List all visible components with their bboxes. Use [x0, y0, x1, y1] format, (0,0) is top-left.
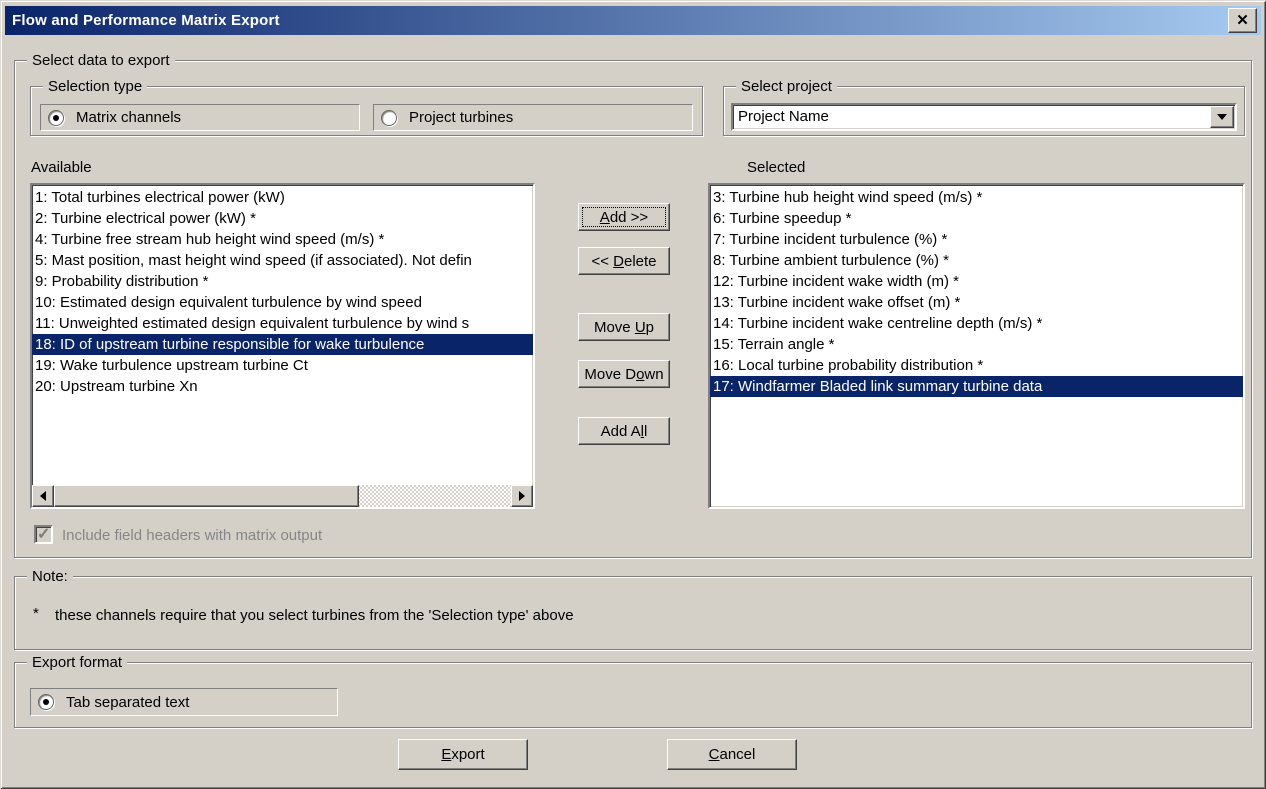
list-item[interactable]: 12: Turbine incident wake width (m) * — [710, 271, 1243, 292]
radio-project-turbines[interactable] — [381, 110, 397, 126]
radio-dot — [53, 115, 59, 121]
list-item[interactable]: 6: Turbine speedup * — [710, 208, 1243, 229]
list-item[interactable]: 7: Turbine incident turbulence (%) * — [710, 229, 1243, 250]
include-headers-checkbox-label: Include field headers with matrix output — [62, 527, 322, 544]
horizontal-scrollbar[interactable] — [32, 485, 533, 507]
group-selection-type-label: Selection type — [43, 78, 147, 95]
list-item[interactable]: 5: Mast position, mast height wind speed… — [32, 250, 533, 271]
list-item[interactable]: 2: Turbine electrical power (kW) * — [32, 208, 533, 229]
arrow-right-icon — [519, 491, 525, 501]
cancel-button[interactable]: Cancel — [667, 739, 797, 770]
list-item[interactable]: 18: ID of upstream turbine responsible f… — [32, 334, 533, 355]
list-item[interactable]: 14: Turbine incident wake centreline dep… — [710, 313, 1243, 334]
radio-tab-separated-text[interactable] — [38, 694, 54, 710]
dialog-flow-performance-matrix-export: Flow and Performance Matrix Export ✕ Sel… — [0, 0, 1266, 789]
list-item[interactable]: 19: Wake turbulence upstream turbine Ct — [32, 355, 533, 376]
option-tab-separated-text-label: Tab separated text — [66, 694, 189, 711]
export-button-label: Export — [441, 746, 484, 763]
list-item[interactable]: 8: Turbine ambient turbulence (%) * — [710, 250, 1243, 271]
list-item[interactable]: 3: Turbine hub height wind speed (m/s) * — [710, 187, 1243, 208]
list-item[interactable]: 10: Estimated design equivalent turbulen… — [32, 292, 533, 313]
add-button[interactable]: Add >> — [578, 203, 670, 231]
checkmark-icon: ✓ — [37, 524, 50, 544]
note-text: these channels require that you select t… — [55, 607, 574, 624]
list-item[interactable]: 11: Unweighted estimated design equivale… — [32, 313, 533, 334]
list-item[interactable]: 9: Probability distribution * — [32, 271, 533, 292]
add-all-button-label: Add All — [601, 423, 648, 440]
scroll-right-button[interactable] — [511, 485, 533, 507]
list-item[interactable]: 1: Total turbines electrical power (kW) — [32, 187, 533, 208]
titlebar[interactable]: Flow and Performance Matrix Export ✕ — [5, 6, 1261, 35]
group-select-data-label: Select data to export — [27, 52, 175, 69]
dialog-title: Flow and Performance Matrix Export — [5, 12, 280, 29]
selected-listbox[interactable]: 3: Turbine hub height wind speed (m/s) *… — [708, 183, 1245, 509]
close-icon: ✕ — [1236, 13, 1249, 28]
selected-list-label: Selected — [747, 159, 805, 176]
close-button[interactable]: ✕ — [1228, 8, 1257, 33]
export-button[interactable]: Export — [398, 739, 528, 770]
project-combobox-value: Project Name — [738, 108, 829, 125]
list-item[interactable]: 16: Local turbine probability distributi… — [710, 355, 1243, 376]
list-item[interactable]: 20: Upstream turbine Xn — [32, 376, 533, 397]
option-project-turbines-label: Project turbines — [409, 109, 513, 126]
radio-matrix-channels[interactable] — [48, 110, 64, 126]
radio-dot — [43, 699, 49, 705]
list-item[interactable]: 17: Windfarmer Bladed link summary turbi… — [710, 376, 1243, 397]
list-item[interactable]: 13: Turbine incident wake offset (m) * — [710, 292, 1243, 313]
option-project-turbines[interactable]: Project turbines — [373, 104, 693, 131]
move-up-button[interactable]: Move Up — [578, 313, 670, 341]
delete-button-label: << Delete — [591, 253, 656, 270]
scroll-left-button[interactable] — [32, 485, 54, 507]
group-export-format-label: Export format — [27, 654, 127, 671]
delete-button[interactable]: << Delete — [578, 247, 670, 275]
option-matrix-channels-label: Matrix channels — [76, 109, 181, 126]
add-button-label: Add >> — [600, 209, 648, 226]
available-list-label: Available — [31, 159, 92, 176]
project-combobox-dropdown-button[interactable] — [1210, 106, 1234, 128]
option-tab-separated-text[interactable]: Tab separated text — [30, 688, 338, 716]
chevron-down-icon — [1217, 114, 1227, 120]
group-select-project-label: Select project — [736, 78, 837, 95]
group-note-label: Note: — [27, 568, 73, 585]
project-combobox[interactable]: Project Name — [731, 103, 1237, 131]
available-listbox[interactable]: 1: Total turbines electrical power (kW)2… — [30, 183, 535, 509]
option-matrix-channels[interactable]: Matrix channels — [40, 104, 360, 131]
note-asterisk: * — [33, 605, 39, 622]
add-all-button[interactable]: Add All — [578, 417, 670, 445]
move-down-button-label: Move Down — [584, 366, 663, 383]
list-item[interactable]: 15: Terrain angle * — [710, 334, 1243, 355]
scrollbar-thumb[interactable] — [54, 485, 359, 507]
list-item[interactable]: 4: Turbine free stream hub height wind s… — [32, 229, 533, 250]
move-down-button[interactable]: Move Down — [578, 360, 670, 388]
move-up-button-label: Move Up — [594, 319, 654, 336]
arrow-left-icon — [40, 491, 46, 501]
include-headers-checkbox[interactable]: ✓ — [34, 525, 53, 544]
cancel-button-label: Cancel — [709, 746, 756, 763]
